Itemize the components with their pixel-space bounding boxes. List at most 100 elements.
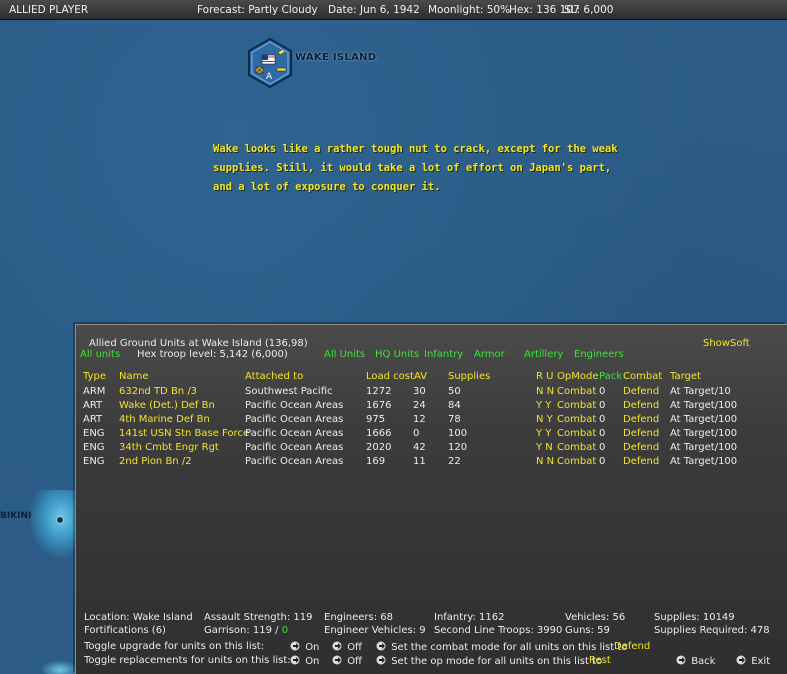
- col-load-cost[interactable]: Load cost: [366, 371, 414, 382]
- summary-engineer-vehicles: Engineer Vehicles: 9: [324, 625, 426, 636]
- show-soft-toggle[interactable]: ShowSoft: [703, 338, 750, 349]
- unit-load: 1676: [366, 400, 392, 411]
- col-type[interactable]: Type: [83, 371, 106, 382]
- unit-combat-mode[interactable]: Defend: [623, 414, 659, 425]
- summary-assault-strength: Assault Strength: 119: [204, 612, 313, 623]
- col-supplies[interactable]: Supplies: [448, 371, 490, 382]
- table-row[interactable]: ART 4th Marine Def Bn Pacific Ocean Area…: [76, 414, 787, 428]
- set-combat-mode-button[interactable]: Set the combat mode for all units on thi…: [376, 640, 627, 653]
- unit-type: ART: [83, 400, 103, 411]
- unit-ru-toggle[interactable]: Y N: [536, 442, 553, 453]
- replacement-off-button[interactable]: Off: [332, 654, 362, 667]
- unit-opmode[interactable]: Combat: [557, 386, 596, 397]
- filter-all-units[interactable]: All Units: [324, 349, 365, 360]
- table-row[interactable]: ENG 34th Cmbt Engr Rgt Pacific Ocean Are…: [76, 442, 787, 456]
- unit-supplies: 50: [448, 386, 461, 397]
- arrow-right-icon: [290, 655, 302, 665]
- top-status-bar: ALLIED PLAYER Forecast: Partly Cloudy Da…: [0, 0, 787, 20]
- base-hex-marker[interactable]: A: [247, 37, 293, 89]
- col-name[interactable]: Name: [119, 371, 149, 382]
- arrow-right-icon: [736, 655, 748, 665]
- set-op-mode-button[interactable]: Set the op mode for all units on this li…: [376, 654, 602, 667]
- unit-target[interactable]: At Target/100: [670, 400, 737, 411]
- unit-type: ENG: [83, 442, 105, 453]
- unit-ru-toggle[interactable]: N N: [536, 456, 554, 467]
- unit-pack: 0: [599, 442, 606, 453]
- unit-ru-toggle[interactable]: Y Y: [536, 400, 551, 411]
- col-target[interactable]: Target: [670, 371, 701, 382]
- col-opmode[interactable]: OpMode: [557, 371, 598, 382]
- col-combat[interactable]: Combat: [623, 371, 662, 382]
- unit-combat-mode[interactable]: Defend: [623, 456, 659, 467]
- col-pack[interactable]: Pack: [599, 371, 622, 382]
- filter-hq-units[interactable]: HQ Units: [375, 349, 419, 360]
- unit-target[interactable]: At Target/100: [670, 456, 737, 467]
- unit-combat-mode[interactable]: Defend: [623, 428, 659, 439]
- table-header: Type Name Attached to Load cost AV Suppl…: [76, 371, 787, 385]
- unit-pack: 0: [599, 428, 606, 439]
- unit-combat-mode[interactable]: Defend: [623, 442, 659, 453]
- ground-units-panel: Allied Ground Units at Wake Island (136,…: [75, 324, 787, 674]
- summary-supplies-required: Supplies Required: 478: [654, 625, 770, 636]
- unit-opmode[interactable]: Combat: [557, 428, 596, 439]
- unit-target[interactable]: At Target/100: [670, 428, 737, 439]
- back-button[interactable]: Back: [676, 654, 715, 667]
- unit-supplies: 120: [448, 442, 468, 453]
- unit-name-link[interactable]: 34th Cmbt Engr Rgt: [119, 442, 219, 453]
- table-row[interactable]: ENG 2nd Pion Bn /2 Pacific Ocean Areas 1…: [76, 456, 787, 470]
- table-row[interactable]: ENG 141st USN Stn Base Force Pacific Oce…: [76, 428, 787, 442]
- unit-type: ART: [83, 414, 103, 425]
- unit-supplies: 22: [448, 456, 461, 467]
- unit-av: 0: [413, 428, 420, 439]
- unit-supplies: 100: [448, 428, 468, 439]
- filter-engineers[interactable]: Engineers: [574, 349, 624, 360]
- unit-name-link[interactable]: 632nd TD Bn /3: [119, 386, 197, 397]
- col-ru[interactable]: R U: [536, 371, 553, 382]
- atoll-base-icon[interactable]: [56, 516, 64, 524]
- unit-load: 1666: [366, 428, 392, 439]
- replacement-on-button[interactable]: On: [290, 654, 319, 667]
- table-row[interactable]: ARM 632nd TD Bn /3 Southwest Pacific 127…: [76, 386, 787, 400]
- unit-ru-toggle[interactable]: Y Y: [536, 428, 551, 439]
- summary-supplies: Supplies: 10149: [654, 612, 735, 623]
- unit-name-link[interactable]: Wake (Det.) Def Bn: [119, 400, 215, 411]
- unit-ru-toggle[interactable]: N N: [536, 386, 554, 397]
- summary-vehicles: Vehicles: 56: [565, 612, 626, 623]
- filter-artillery[interactable]: Artillery: [524, 349, 563, 360]
- unit-combat-mode[interactable]: Defend: [623, 386, 659, 397]
- unit-opmode[interactable]: Combat: [557, 442, 596, 453]
- exit-button[interactable]: Exit: [736, 654, 770, 667]
- unit-av: 12: [413, 414, 426, 425]
- unit-target[interactable]: At Target/100: [670, 442, 737, 453]
- unit-opmode[interactable]: Combat: [557, 400, 596, 411]
- replacement-toggle-label: Toggle replacements for units on this li…: [84, 655, 291, 666]
- garrison-value: 0: [281, 625, 289, 636]
- unit-opmode[interactable]: Combat: [557, 456, 596, 467]
- unit-name-link[interactable]: 4th Marine Def Bn: [119, 414, 210, 425]
- combat-mode-value[interactable]: Defend: [614, 641, 650, 652]
- upgrade-off-button[interactable]: Off: [332, 640, 362, 653]
- unit-attached: Pacific Ocean Areas: [245, 400, 344, 411]
- unit-pack: 0: [599, 386, 606, 397]
- filter-armor[interactable]: Armor: [474, 349, 505, 360]
- unit-ru-toggle[interactable]: N Y: [536, 414, 553, 425]
- summary-guns: Guns: 59: [565, 625, 610, 636]
- table-row[interactable]: ART Wake (Det.) Def Bn Pacific Ocean Are…: [76, 400, 787, 414]
- op-mode-value[interactable]: Rest: [589, 655, 611, 666]
- col-attached[interactable]: Attached to: [245, 371, 303, 382]
- unit-target[interactable]: At Target/100: [670, 414, 737, 425]
- all-units-toggle[interactable]: All units: [80, 349, 120, 360]
- unit-target[interactable]: At Target/10: [670, 386, 731, 397]
- unit-name-link[interactable]: 141st USN Stn Base Force: [119, 428, 249, 439]
- unit-opmode[interactable]: Combat: [557, 414, 596, 425]
- upgrade-on-button[interactable]: On: [290, 640, 319, 653]
- unit-av: 30: [413, 386, 426, 397]
- exit-label: Exit: [751, 656, 771, 667]
- arrow-right-icon: [376, 641, 388, 651]
- unit-name-link[interactable]: 2nd Pion Bn /2: [119, 456, 192, 467]
- col-av[interactable]: AV: [414, 371, 427, 382]
- arrow-right-icon: [332, 641, 344, 651]
- unit-combat-mode[interactable]: Defend: [623, 400, 659, 411]
- arrow-right-icon: [290, 641, 302, 651]
- filter-infantry[interactable]: Infantry: [424, 349, 463, 360]
